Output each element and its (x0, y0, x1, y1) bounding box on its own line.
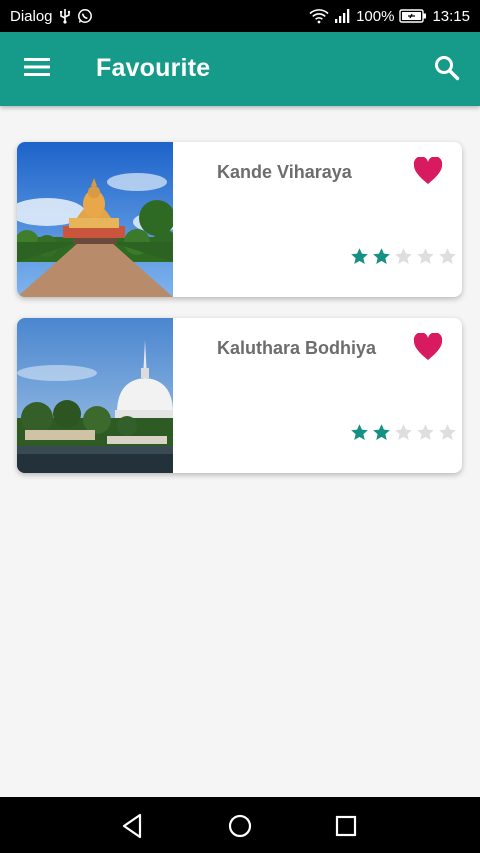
status-bar: Dialog 100% 13:15 (0, 0, 480, 32)
star-rating (350, 247, 457, 266)
wifi-icon (309, 8, 329, 24)
signal-icon (334, 8, 351, 24)
home-button[interactable] (225, 811, 255, 841)
place-name: Kaluthara Bodhiya (217, 338, 377, 358)
star-empty-icon (395, 424, 412, 441)
star-empty-icon (417, 424, 434, 441)
clock-time: 13:15 (432, 7, 470, 25)
recents-square-icon (335, 815, 357, 837)
home-circle-icon (228, 814, 252, 838)
back-triangle-icon (122, 813, 142, 839)
star-filled-icon (351, 424, 368, 441)
star-empty-icon (439, 424, 456, 441)
menu-icon (24, 57, 50, 82)
favourite-card[interactable]: Kande Viharaya (17, 142, 462, 297)
heart-icon (413, 332, 443, 360)
recents-button[interactable] (331, 811, 361, 841)
star-filled-icon (373, 248, 390, 265)
menu-button[interactable] (22, 55, 52, 83)
status-left: Dialog (10, 8, 93, 25)
place-name: Kande Viharaya (217, 162, 352, 182)
favorite-button[interactable] (413, 332, 443, 363)
navigation-bar (0, 797, 480, 853)
star-filled-icon (351, 248, 368, 265)
star-filled-icon (373, 424, 390, 441)
star-empty-icon (417, 248, 434, 265)
page-title: Favourite (96, 54, 211, 82)
star-empty-icon (395, 248, 412, 265)
back-button[interactable] (118, 811, 148, 841)
place-image-kaluthara-bodhiya (17, 318, 173, 473)
favourite-card[interactable]: Kaluthara Bodhiya (17, 318, 462, 473)
heart-icon (413, 156, 443, 184)
battery-icon (399, 9, 427, 23)
app-bar: Favourite (0, 32, 480, 106)
usb-icon (59, 8, 71, 24)
star-empty-icon (439, 248, 456, 265)
place-image-kande-viharaya (17, 142, 181, 297)
search-icon (434, 55, 460, 86)
favorite-button[interactable] (413, 156, 443, 187)
status-right: 100% 13:15 (309, 8, 470, 25)
star-rating (350, 423, 457, 442)
battery-percentage: 100% (356, 7, 395, 25)
whatsapp-icon (77, 8, 93, 24)
carrier-name: Dialog (10, 7, 53, 25)
search-button[interactable] (430, 53, 464, 87)
